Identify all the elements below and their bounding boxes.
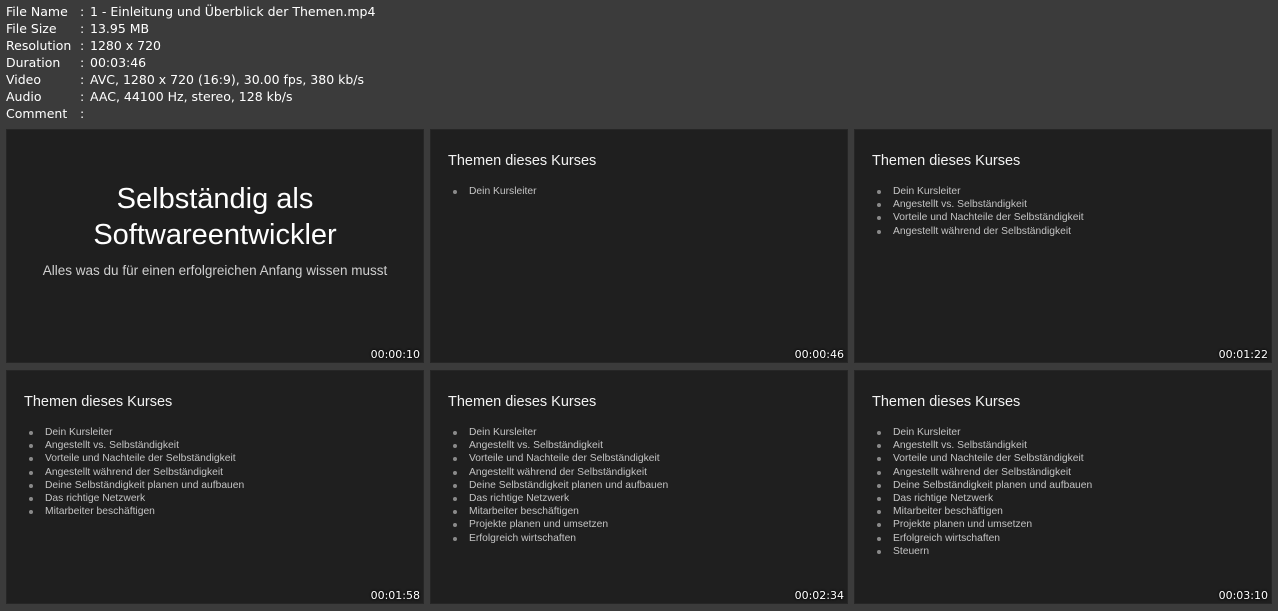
timestamp-label: 00:00:46 <box>794 348 844 361</box>
cover-subtitle: Alles was du für einen erfolgreichen Anf… <box>42 263 388 278</box>
thumbnail-frame: Themen dieses Kurses Dein Kursleiter 00:… <box>430 129 848 363</box>
thumbnail-grid: Selbständig als Softwareentwickler Alles… <box>6 129 1272 605</box>
slide-heading: Themen dieses Kurses <box>872 153 1021 169</box>
file-info-value: AVC, 1280 x 720 (16:9), 30.00 fps, 380 k… <box>90 72 365 87</box>
thumbnail-frame: Selbständig als Softwareentwickler Alles… <box>6 129 424 363</box>
topic-list: Dein Kursleiter Angestellt vs. Selbständi… <box>449 426 668 545</box>
file-info-value: 13.95 MB <box>90 21 150 36</box>
slide-heading: Themen dieses Kurses <box>24 394 173 410</box>
topic-list-item: Mitarbeiter beschäftigen <box>25 505 244 518</box>
topic-list-item: Erfolgreich wirtschaften <box>873 532 1092 545</box>
topic-list-item: Vorteile und Nachteile der Selbständigke… <box>873 452 1092 465</box>
topic-list-item: Deine Selbständigkeit planen und aufbaue… <box>25 479 244 492</box>
thumbnail-frame: Themen dieses Kurses Dein Kursleiter Ange… <box>854 129 1272 363</box>
file-info-label: Duration <box>6 55 61 70</box>
file-info-row-file-name: File Name:1 - Einleitung und Überblick d… <box>6 3 375 20</box>
topic-list-item: Vorteile und Nachteile der Selbständigke… <box>873 211 1084 224</box>
cover-title-line: Selbständig als <box>116 183 314 215</box>
topic-list-item: Deine Selbständigkeit planen und aufbaue… <box>449 479 668 492</box>
thumbnail-frame: Themen dieses Kurses Dein Kursleiter Ange… <box>854 370 1272 604</box>
timestamp-label: 00:01:58 <box>370 589 420 602</box>
file-info-separator: : <box>80 21 85 36</box>
file-info-label: File Name <box>6 4 68 19</box>
cover-title-line: Softwareentwickler <box>93 219 337 251</box>
topic-list-item: Vorteile und Nachteile der Selbständigke… <box>449 452 668 465</box>
file-info-value: 1280 x 720 <box>90 38 162 53</box>
topic-list: Dein Kursleiter <box>449 185 537 198</box>
topic-list-item: Angestellt während der Selbständigkeit <box>449 466 668 479</box>
topic-list-item: Das richtige Netzwerk <box>449 492 668 505</box>
topic-list-item: Vorteile und Nachteile der Selbständigke… <box>25 452 244 465</box>
file-info-row-duration: Duration:00:03:46 <box>6 54 375 71</box>
topic-list-item: Erfolgreich wirtschaften <box>449 532 668 545</box>
topic-list-item: Angestellt während der Selbständigkeit <box>25 466 244 479</box>
file-info-separator: : <box>80 106 85 121</box>
thumbnail-frame: Themen dieses Kurses Dein Kursleiter Ange… <box>6 370 424 604</box>
topic-list: Dein Kursleiter Angestellt vs. Selbständi… <box>873 426 1092 558</box>
file-info-value: 1 - Einleitung und Überblick der Themen.… <box>90 4 376 19</box>
file-info-label: File Size <box>6 21 57 36</box>
file-info-separator: : <box>80 38 85 53</box>
file-info-header: File Name:1 - Einleitung und Überblick d… <box>6 3 375 122</box>
topic-list-item: Projekte planen und umsetzen <box>449 518 668 531</box>
topic-list-item: Angestellt vs. Selbständigkeit <box>25 439 244 452</box>
file-info-label: Audio <box>6 89 42 104</box>
topic-list-item: Dein Kursleiter <box>873 426 1092 439</box>
file-info-row-video: Video: AVC, 1280 x 720 (16:9), 30.00 fps,… <box>6 71 375 88</box>
topic-list-item: Steuern <box>873 545 1092 558</box>
file-info-row-resolution: Resolution:1280 x 720 <box>6 37 375 54</box>
topic-list-item: Dein Kursleiter <box>449 426 668 439</box>
topic-list-item: Deine Selbständigkeit planen und aufbaue… <box>873 479 1092 492</box>
timestamp-label: 00:01:22 <box>1218 348 1268 361</box>
timestamp-label: 00:00:10 <box>370 348 420 361</box>
topic-list-item: Dein Kursleiter <box>25 426 244 439</box>
timestamp-label: 00:03:10 <box>1218 589 1268 602</box>
file-info-row-file-size: File Size:13.95 MB <box>6 20 375 37</box>
topic-list-item: Dein Kursleiter <box>873 185 1084 198</box>
topic-list: Dein Kursleiter Angestellt vs. Selbständi… <box>873 185 1084 238</box>
file-info-value: AAC, 44100 Hz, stereo, 128 kb/s <box>90 89 293 104</box>
file-info-separator: : <box>80 72 85 87</box>
thumbnail-frame: Themen dieses Kurses Dein Kursleiter Ange… <box>430 370 848 604</box>
file-info-label: Resolution <box>6 38 72 53</box>
slide-heading: Themen dieses Kurses <box>448 394 597 410</box>
cover-title: Selbständig als Softwareentwickler <box>6 181 424 253</box>
slide-heading: Themen dieses Kurses <box>448 153 597 169</box>
file-info-row-comment: Comment: <box>6 105 375 122</box>
topic-list-item: Mitarbeiter beschäftigen <box>449 505 668 518</box>
file-info-separator: : <box>80 4 85 19</box>
file-info-separator: : <box>80 55 85 70</box>
topic-list-item: Projekte planen und umsetzen <box>873 518 1092 531</box>
topic-list-item: Angestellt während der Selbständigkeit <box>873 225 1084 238</box>
topic-list-item: Das richtige Netzwerk <box>25 492 244 505</box>
topic-list-item: Angestellt vs. Selbständigkeit <box>873 439 1092 452</box>
slide-heading: Themen dieses Kurses <box>872 394 1021 410</box>
file-info-separator: : <box>80 89 85 104</box>
file-info-label: Comment <box>6 106 68 121</box>
timestamp-label: 00:02:34 <box>794 589 844 602</box>
file-info-value: 00:03:46 <box>90 55 147 70</box>
topic-list-item: Das richtige Netzwerk <box>873 492 1092 505</box>
topic-list: Dein Kursleiter Angestellt vs. Selbständi… <box>25 426 244 518</box>
topic-list-item: Dein Kursleiter <box>449 185 537 198</box>
topic-list-item: Angestellt während der Selbständigkeit <box>873 466 1092 479</box>
topic-list-item: Angestellt vs. Selbständigkeit <box>873 198 1084 211</box>
topic-list-item: Angestellt vs. Selbständigkeit <box>449 439 668 452</box>
topic-list-item: Mitarbeiter beschäftigen <box>873 505 1092 518</box>
file-info-row-audio: Audio: AAC, 44100 Hz, stereo, 128 kb/s <box>6 88 375 105</box>
file-info-label: Video <box>6 72 42 87</box>
